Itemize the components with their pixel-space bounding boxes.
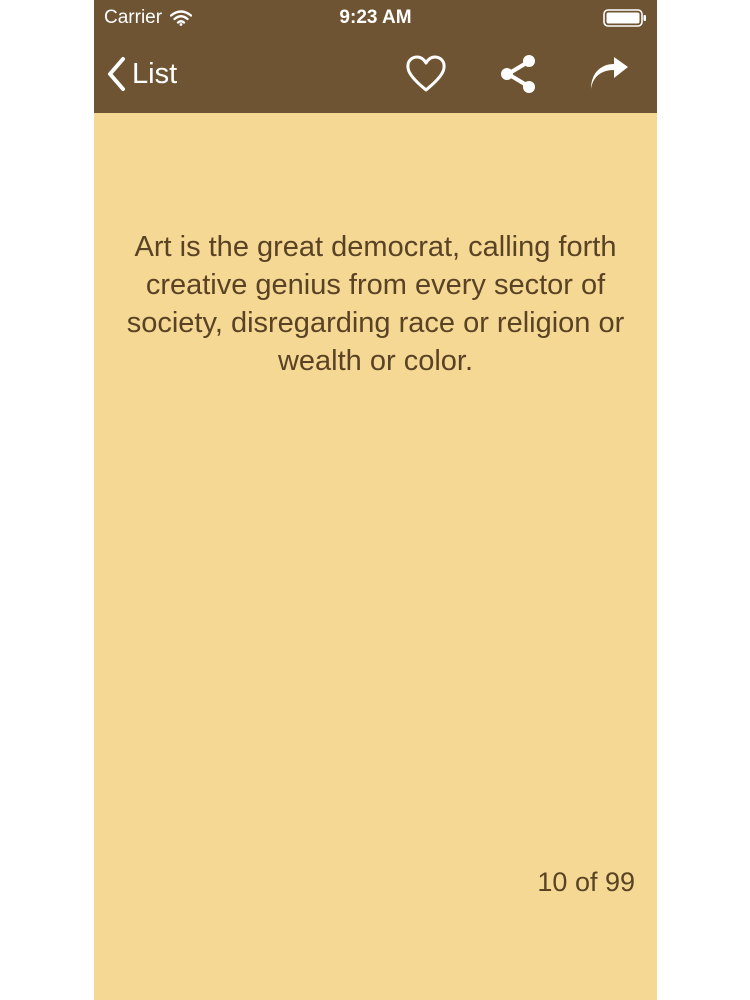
back-button-label: List [132, 57, 178, 90]
navigation-bar: List [94, 36, 657, 113]
status-time: 9:23 AM [339, 7, 412, 28]
forward-button[interactable] [585, 50, 633, 98]
share-button[interactable] [494, 50, 542, 98]
share-icon [501, 55, 535, 93]
heart-icon [406, 55, 446, 92]
app-screen: Carrier 9:23 AM List Art is the great de… [94, 0, 657, 1000]
back-button[interactable]: List [106, 54, 177, 94]
top-bar: Carrier 9:23 AM List [94, 0, 657, 113]
screen: Carrier 9:23 AM List Art is the great de… [0, 0, 750, 1000]
favorite-button[interactable] [402, 50, 450, 98]
quote-text: Art is the great democrat, calling forth… [126, 231, 625, 377]
page-counter: 10 of 99 [537, 867, 635, 897]
forward-arrow-icon [591, 57, 628, 89]
chevron-left-icon [108, 57, 125, 91]
status-bar: Carrier 9:23 AM [94, 0, 657, 36]
battery-icon [603, 9, 646, 27]
